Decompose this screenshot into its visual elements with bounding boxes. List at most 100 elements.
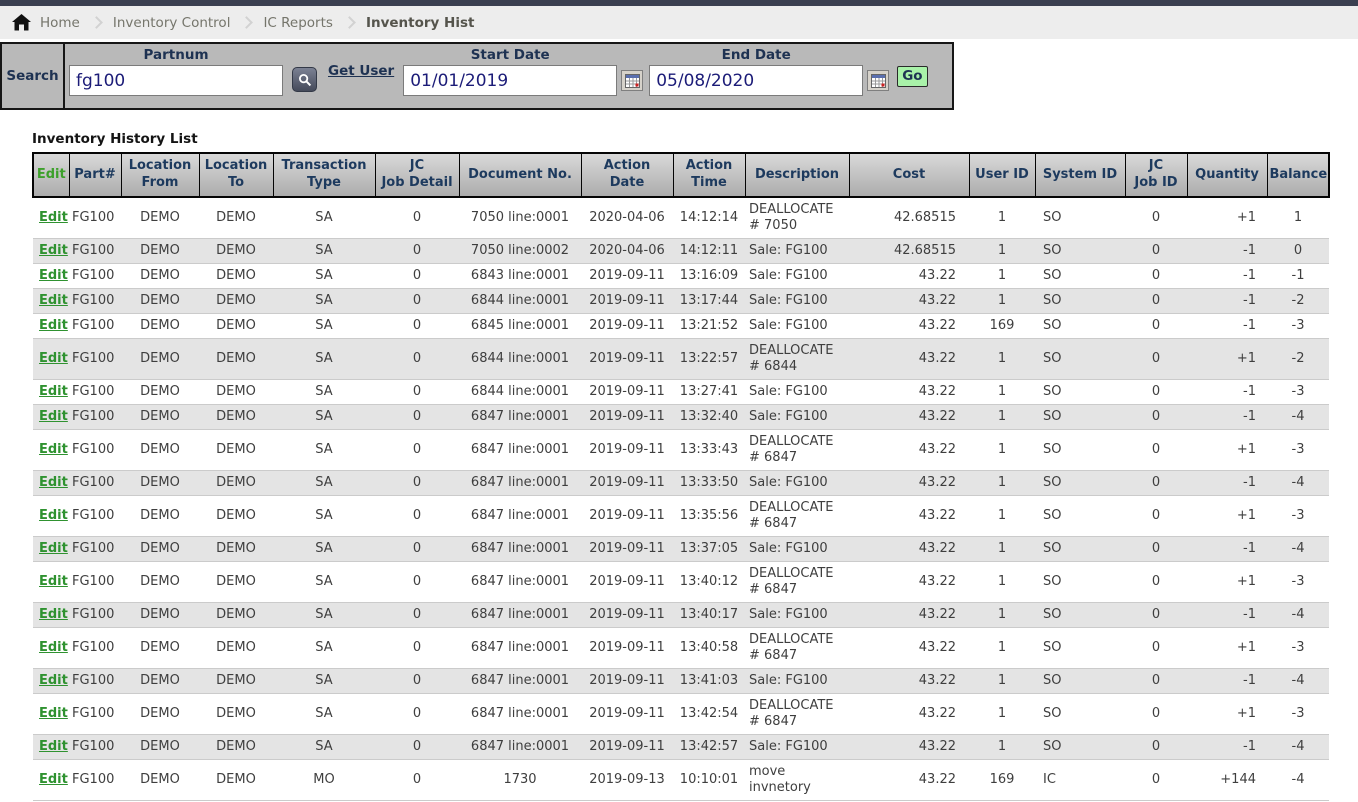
cell-part: FG100 (69, 537, 121, 562)
cell-user-id: 1 (969, 289, 1035, 314)
edit-link[interactable]: Edit (39, 293, 68, 308)
cell-description: Sale: FG100 (745, 537, 849, 562)
cell-part: FG100 (69, 405, 121, 430)
cell-part: FG100 (69, 430, 121, 471)
cell-balance: -2 (1267, 289, 1329, 314)
cell-trans-type: SA (273, 239, 375, 264)
partnum-input[interactable] (69, 65, 283, 96)
cell-action-date: 2019-09-11 (581, 430, 673, 471)
table-row: EditFG100DEMODEMOSA06847 line:00012019-0… (33, 537, 1329, 562)
col-header-system-id: System ID (1035, 153, 1125, 197)
cell-action-time: 13:35:56 (673, 496, 745, 537)
table-row: EditFG100DEMODEMOSA07050 line:00012020-0… (33, 197, 1329, 239)
table-row: EditFG100DEMODEMOSA06844 line:00012019-0… (33, 380, 1329, 405)
cell-cost: 43.22 (849, 628, 969, 669)
cell-system-id: SO (1035, 314, 1125, 339)
cell-user-id: 1 (969, 735, 1035, 760)
cell-loc-from: DEMO (121, 239, 199, 264)
end-date-input[interactable] (649, 65, 863, 96)
cell-action-date: 2019-09-11 (581, 669, 673, 694)
chevron-right-icon (343, 16, 356, 29)
breadcrumb-home[interactable]: Home (40, 15, 80, 31)
cell-user-id: 1 (969, 264, 1035, 289)
edit-link[interactable]: Edit (39, 384, 68, 399)
edit-link[interactable]: Edit (39, 574, 68, 589)
edit-link[interactable]: Edit (39, 739, 68, 754)
cell-part: FG100 (69, 496, 121, 537)
cell-loc-from: DEMO (121, 430, 199, 471)
start-date-group: Start Date (403, 46, 617, 96)
cell-trans-type: SA (273, 264, 375, 289)
inventory-history-table: Edit Part# Location From Location To Tra… (32, 152, 1330, 801)
home-icon[interactable] (12, 14, 31, 31)
col-header-cost: Cost (849, 153, 969, 197)
cell-doc-no: 6847 line:0001 (459, 562, 581, 603)
edit-link[interactable]: Edit (39, 706, 68, 721)
cell-action-date: 2019-09-11 (581, 603, 673, 628)
edit-cell: Edit (33, 562, 69, 603)
edit-link[interactable]: Edit (39, 475, 68, 490)
page-title: Inventory History List (32, 131, 1358, 147)
cell-balance: -3 (1267, 430, 1329, 471)
get-user-link[interactable]: Get User (328, 63, 394, 79)
cell-user-id: 1 (969, 628, 1035, 669)
cell-cost: 43.22 (849, 669, 969, 694)
cell-doc-no: 6847 line:0001 (459, 430, 581, 471)
cell-jc-job-detail: 0 (375, 314, 459, 339)
cell-system-id: SO (1035, 735, 1125, 760)
cell-trans-type: SA (273, 405, 375, 430)
cell-action-date: 2019-09-11 (581, 628, 673, 669)
edit-cell: Edit (33, 289, 69, 314)
breadcrumb-inventory-control[interactable]: Inventory Control (113, 15, 231, 31)
edit-link[interactable]: Edit (39, 210, 68, 225)
edit-link[interactable]: Edit (39, 409, 68, 424)
cell-quantity: +1 (1187, 430, 1267, 471)
edit-link[interactable]: Edit (39, 268, 68, 283)
cell-part: FG100 (69, 694, 121, 735)
cell-doc-no: 6847 line:0001 (459, 603, 581, 628)
breadcrumb-ic-reports[interactable]: IC Reports (263, 15, 332, 31)
edit-link[interactable]: Edit (39, 772, 68, 787)
cell-quantity: -1 (1187, 471, 1267, 496)
cell-loc-to: DEMO (199, 628, 273, 669)
search-button[interactable] (292, 67, 317, 92)
cell-doc-no: 6844 line:0001 (459, 380, 581, 405)
edit-link[interactable]: Edit (39, 243, 68, 258)
cell-trans-type: SA (273, 628, 375, 669)
cell-loc-from: DEMO (121, 314, 199, 339)
edit-link[interactable]: Edit (39, 541, 68, 556)
cell-action-time: 13:22:57 (673, 339, 745, 380)
start-date-input[interactable] (403, 65, 617, 96)
edit-link[interactable]: Edit (39, 640, 68, 655)
edit-link[interactable]: Edit (39, 607, 68, 622)
cell-action-time: 13:21:52 (673, 314, 745, 339)
cell-action-time: 13:17:44 (673, 289, 745, 314)
start-date-calendar-button[interactable] (621, 70, 643, 91)
cell-description: Sale: FG100 (745, 380, 849, 405)
cell-balance: -2 (1267, 339, 1329, 380)
cell-system-id: SO (1035, 496, 1125, 537)
edit-link[interactable]: Edit (39, 508, 68, 523)
cell-quantity: -1 (1187, 380, 1267, 405)
cell-loc-to: DEMO (199, 197, 273, 239)
cell-action-time: 13:37:05 (673, 537, 745, 562)
end-date-calendar-button[interactable] (867, 70, 889, 91)
cell-cost: 42.68515 (849, 239, 969, 264)
cell-system-id: SO (1035, 430, 1125, 471)
edit-link[interactable]: Edit (39, 318, 68, 333)
cell-user-id: 1 (969, 405, 1035, 430)
cell-user-id: 1 (969, 197, 1035, 239)
cell-trans-type: SA (273, 380, 375, 405)
edit-link[interactable]: Edit (39, 673, 68, 688)
cell-user-id: 1 (969, 339, 1035, 380)
cell-description: DEALLOCATE # 6847 (745, 562, 849, 603)
edit-link[interactable]: Edit (39, 442, 68, 457)
cell-description: DEALLOCATE # 6847 (745, 430, 849, 471)
cell-description: DEALLOCATE # 6847 (745, 628, 849, 669)
cell-description: DEALLOCATE # 6847 (745, 694, 849, 735)
cell-jc-job-detail: 0 (375, 197, 459, 239)
go-button[interactable]: Go (897, 66, 927, 87)
cell-doc-no: 6844 line:0001 (459, 339, 581, 380)
cell-balance: -4 (1267, 735, 1329, 760)
edit-link[interactable]: Edit (39, 351, 68, 366)
